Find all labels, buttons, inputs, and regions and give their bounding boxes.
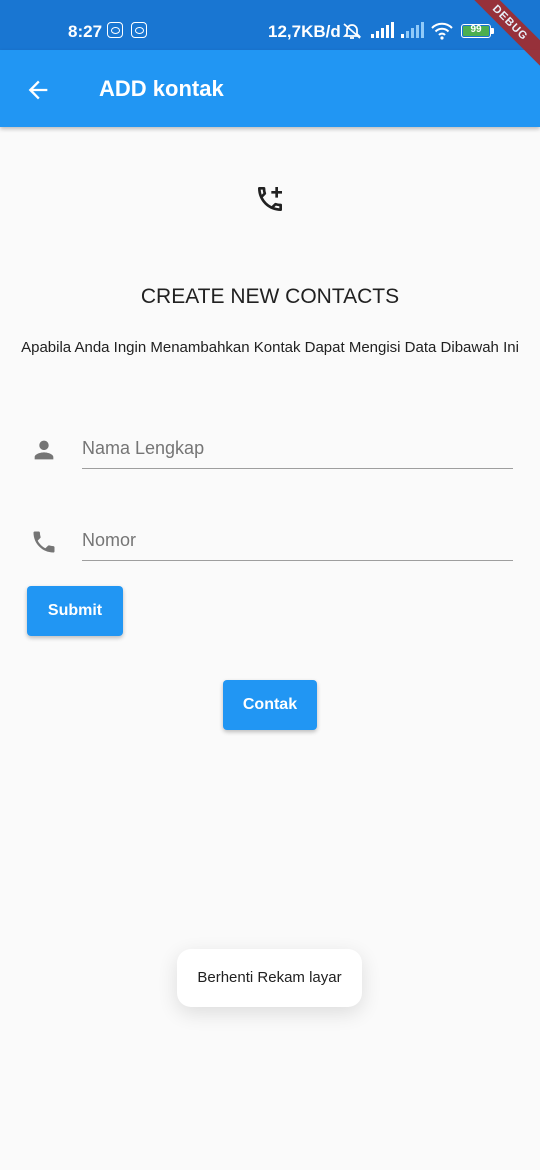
status-bar: 8:27 12,7KB/d 99	[0, 0, 540, 50]
phone-icon	[33, 531, 55, 553]
name-input[interactable]	[82, 428, 513, 468]
signal-icon	[371, 22, 394, 38]
submit-button[interactable]: Submit	[27, 586, 123, 636]
arrow-back-icon[interactable]	[24, 76, 52, 104]
section-description: Apabila Anda Ingin Menambahkan Kontak Da…	[21, 339, 519, 356]
cat-notification-icon	[107, 22, 123, 38]
phone-field	[82, 520, 513, 561]
page-title: ADD kontak	[99, 76, 224, 101]
toast-message: Berhenti Rekam layar	[177, 949, 362, 1007]
signal-weak-icon	[401, 22, 424, 38]
section-heading: CREATE NEW CONTACTS	[140, 285, 400, 308]
status-time: 8:27	[68, 22, 103, 41]
add-call-icon	[258, 187, 282, 211]
phone-input[interactable]	[82, 520, 513, 560]
name-field	[82, 428, 513, 469]
wifi-icon	[431, 22, 453, 40]
contacts-button[interactable]: Contak	[223, 680, 317, 730]
cat-notification-icon	[131, 22, 147, 38]
battery-icon: 99	[461, 24, 494, 38]
battery-level: 99	[470, 24, 482, 35]
network-speed: 12,7KB/d	[268, 22, 341, 41]
alarm-off-icon	[342, 23, 362, 39]
app-bar: ADD kontak	[0, 50, 540, 127]
person-icon	[34, 440, 54, 460]
